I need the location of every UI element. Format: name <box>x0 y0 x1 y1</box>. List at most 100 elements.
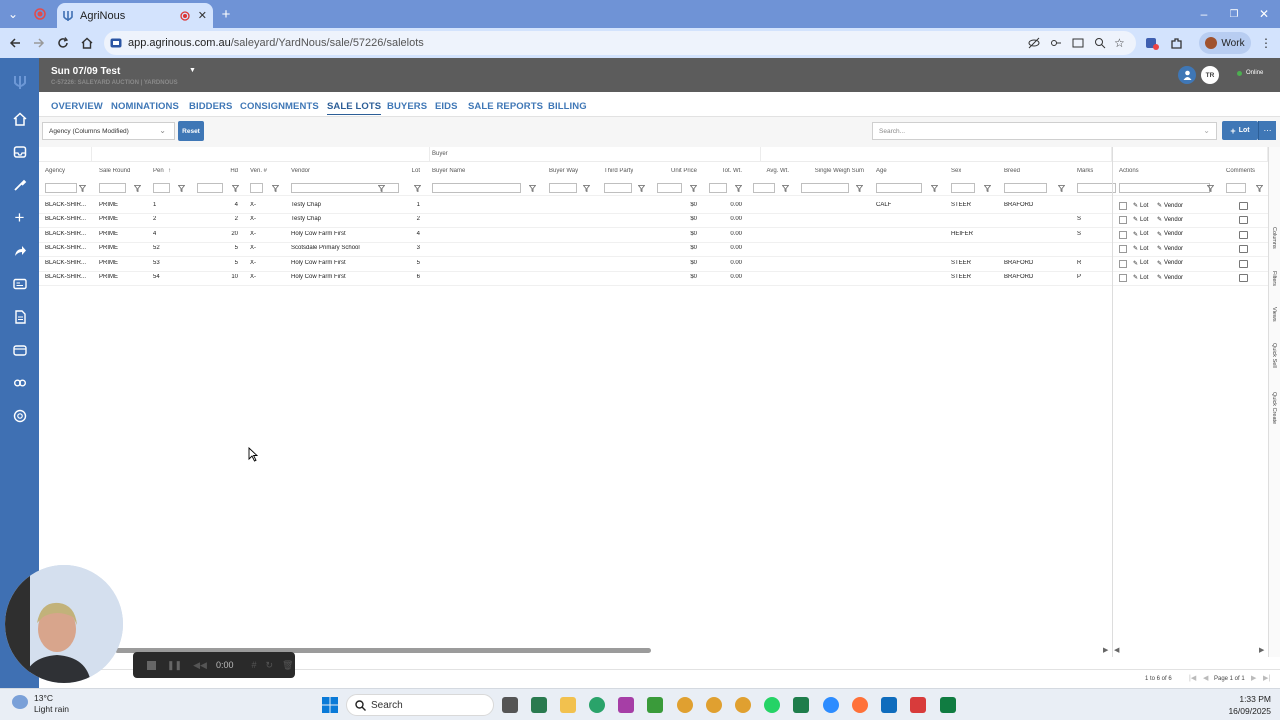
site-info-icon[interactable] <box>110 37 122 49</box>
scroll-right-pinned-arrow-icon[interactable]: ▶ <box>1259 646 1264 654</box>
edit-vendor-button[interactable]: ✎ Vendor <box>1157 231 1183 238</box>
add-comment-icon[interactable] <box>1239 259 1248 268</box>
minimize-icon[interactable]: – <box>1196 6 1212 22</box>
taskbar-clock[interactable]: 1:33 PM 16/09/2025 <box>1221 693 1271 717</box>
key-icon[interactable] <box>1050 37 1062 49</box>
filter-funnel-icon[interactable] <box>984 185 991 192</box>
filter-funnel-icon[interactable] <box>232 185 239 192</box>
bookmark-star-icon[interactable]: ☆ <box>1114 36 1125 50</box>
filter-input-single-weigh-sum[interactable] <box>801 183 849 193</box>
filter-input-ven[interactable] <box>250 183 263 193</box>
tab-eids[interactable]: EIDS <box>435 101 458 112</box>
edit-vendor-button[interactable]: ✎ Vendor <box>1157 260 1183 267</box>
nav-tags-icon[interactable] <box>11 374 28 391</box>
nav-id-card-icon[interactable] <box>11 275 28 292</box>
column-header-third-party[interactable]: Third Party <box>604 168 633 174</box>
task-view-icon[interactable] <box>502 697 518 713</box>
filter-input-unit-price[interactable] <box>657 183 682 193</box>
extensions-puzzle-icon[interactable] <box>1168 35 1184 51</box>
filter-funnel-icon[interactable] <box>79 185 86 192</box>
filter-input-avg-wt[interactable] <box>753 183 775 193</box>
stop-icon[interactable] <box>147 660 156 670</box>
add-comment-icon[interactable] <box>1239 245 1248 254</box>
back-icon[interactable] <box>7 35 23 51</box>
user-icon[interactable] <box>1178 66 1196 84</box>
column-header-sex[interactable]: Sex <box>951 168 961 174</box>
filter-input-sex[interactable] <box>951 183 975 193</box>
filter-input-buyer-name[interactable] <box>432 183 521 193</box>
edit-vendor-button[interactable]: ✎ Vendor <box>1157 202 1183 210</box>
filter-input-actions[interactable] <box>1119 183 1210 193</box>
filter-input-breed[interactable] <box>1004 183 1047 193</box>
nav-share-icon[interactable] <box>11 242 28 259</box>
next-page-icon[interactable]: ▶ <box>1251 674 1256 682</box>
column-header-buyer-name[interactable]: Buyer Name <box>432 168 465 174</box>
start-windows-icon[interactable] <box>322 697 338 713</box>
filter-input-agency[interactable] <box>45 183 77 193</box>
outlook-icon[interactable] <box>881 697 897 713</box>
tab-bidders[interactable]: BIDDERS <box>189 101 232 112</box>
browser-tab[interactable]: AgriNous ✕ <box>57 3 213 28</box>
table-row[interactable]: BLACK-SHIR... PRIME 2 2 X- Testy Chap 2 $0 0.00 S… <box>39 213 1268 229</box>
filter-input-sale-round[interactable] <box>99 183 126 193</box>
edit-lot-button[interactable]: ✎ Lot <box>1133 231 1148 238</box>
add-comment-icon[interactable] <box>1239 230 1248 239</box>
side-tab-views[interactable]: Views <box>1271 307 1277 322</box>
zoom-app-icon[interactable] <box>823 697 839 713</box>
edit-vendor-button[interactable]: ✎ Vendor <box>1157 245 1183 253</box>
app-store-icon[interactable] <box>531 697 547 713</box>
browser-menu-icon[interactable]: ⋮ <box>1258 35 1274 51</box>
scroll-right-arrow-icon[interactable]: ▶ <box>1103 646 1108 654</box>
grid-icon[interactable]: # <box>251 660 256 670</box>
column-header-single-weigh-sum[interactable]: Single Weigh Sum <box>814 168 864 174</box>
column-header-comments[interactable]: Comments <box>1226 168 1255 174</box>
chatgpt-icon[interactable] <box>589 697 605 713</box>
nav-tools-icon[interactable] <box>11 176 28 193</box>
side-tab-quick-create[interactable]: Quick Create <box>1271 392 1277 424</box>
tab-nominations[interactable]: NOMINATIONS <box>111 101 179 112</box>
tab-buyers[interactable]: BUYERS <box>387 101 427 112</box>
close-tab-icon[interactable]: ✕ <box>198 9 207 22</box>
filter-funnel-icon[interactable] <box>1256 185 1263 192</box>
sale-title[interactable]: Sun 07/09 Test ▼ <box>51 66 196 77</box>
last-page-icon[interactable]: ▶| <box>1263 674 1270 682</box>
add-comment-icon[interactable] <box>1239 202 1248 210</box>
filter-input-third-party[interactable] <box>604 183 632 193</box>
filter-input-comments[interactable] <box>1226 183 1246 193</box>
chrome-second-icon[interactable] <box>735 697 751 713</box>
filter-input-buyer-way[interactable] <box>549 183 577 193</box>
row-checkbox[interactable] <box>1119 274 1127 282</box>
nav-add-icon[interactable]: + <box>11 208 28 227</box>
close-window-icon[interactable]: ✕ <box>1256 6 1272 22</box>
table-row[interactable]: BLACK-SHIR... PRIME 53 5 X- Holy Cow Farm Fir… <box>39 257 1268 272</box>
chrome-icon[interactable] <box>677 697 693 713</box>
filter-input-marks[interactable] <box>1077 183 1116 193</box>
row-checkbox[interactable] <box>1119 202 1127 210</box>
edit-lot-button[interactable]: ✎ Lot <box>1133 245 1148 253</box>
column-header-actions[interactable]: Actions <box>1119 168 1139 174</box>
notepad-icon[interactable] <box>647 697 663 713</box>
filter-funnel-icon[interactable] <box>856 185 863 192</box>
row-checkbox[interactable] <box>1119 216 1127 225</box>
nav-support-icon[interactable] <box>11 407 28 424</box>
column-header-lot[interactable]: Lot <box>370 168 420 174</box>
excel-online-icon[interactable] <box>793 697 809 713</box>
prev-page-icon[interactable]: ◀ <box>1203 674 1208 682</box>
new-tab-icon[interactable]: + <box>218 6 234 23</box>
more-options-button[interactable]: ⋯ <box>1258 121 1276 140</box>
rewind-icon[interactable]: ◀◀ <box>193 660 207 671</box>
table-row[interactable]: BLACK-SHIR... PRIME 1 4 X- Testy Chap 1 $0 0.00 C… <box>39 199 1268 214</box>
side-tab-filters[interactable]: Filters <box>1271 271 1277 286</box>
profile-button[interactable]: Work <box>1199 32 1251 54</box>
tab-overview[interactable]: OVERVIEW <box>51 101 103 112</box>
filter-funnel-icon[interactable] <box>529 185 536 192</box>
excel-icon[interactable] <box>940 697 956 713</box>
column-header-marks[interactable]: Marks <box>1077 168 1093 174</box>
clipchamp-icon[interactable] <box>618 697 634 713</box>
filter-funnel-icon[interactable] <box>134 185 141 192</box>
filter-funnel-icon[interactable] <box>272 185 279 192</box>
column-header-buyer-way[interactable]: Buyer Way <box>549 168 578 174</box>
nav-document-icon[interactable] <box>11 308 28 325</box>
sort-asc-icon[interactable]: ↑ <box>168 168 171 174</box>
zoom-icon[interactable] <box>1094 37 1106 49</box>
